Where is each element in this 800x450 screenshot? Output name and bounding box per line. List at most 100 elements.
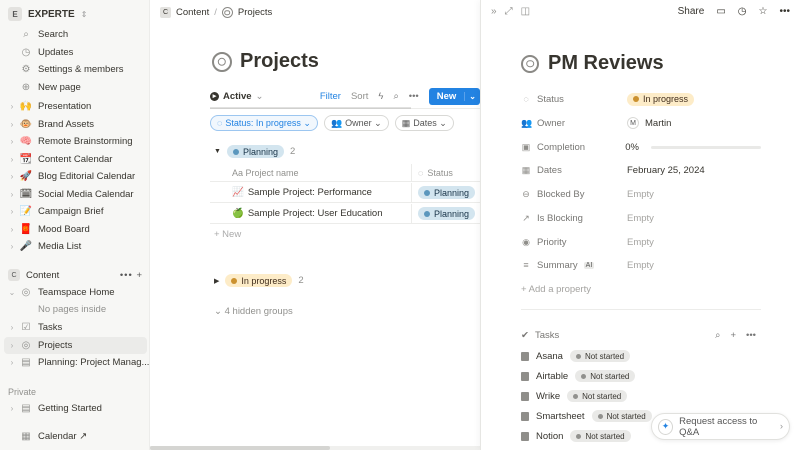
- teamspace-header[interactable]: C Content ••• +: [8, 267, 143, 283]
- new-button[interactable]: New ⌄: [428, 87, 480, 105]
- list-item[interactable]: Smartsheet Not started: [521, 408, 652, 424]
- add-property-button[interactable]: + Add a property: [521, 279, 761, 299]
- property-label[interactable]: Owner: [537, 118, 565, 129]
- request-access-button[interactable]: ✦ Request access to Q&A ›: [651, 413, 790, 440]
- chevron-right-icon[interactable]: ›: [6, 404, 18, 413]
- share-button[interactable]: Share: [678, 6, 705, 17]
- triangle-down-icon[interactable]: ▼: [214, 148, 221, 155]
- chevron-right-icon[interactable]: ›: [6, 323, 18, 332]
- chevron-right-icon[interactable]: ›: [6, 120, 18, 129]
- chevron-right-icon[interactable]: ›: [6, 207, 18, 216]
- search-icon[interactable]: ⌕: [715, 330, 720, 341]
- list-item[interactable]: Wrike Not started: [521, 388, 628, 404]
- blocked-by-value[interactable]: Empty: [627, 189, 654, 200]
- breadcrumb-content[interactable]: Content: [176, 7, 209, 18]
- more-icon[interactable]: •••: [409, 91, 419, 102]
- peek-title-text[interactable]: PM Reviews: [548, 52, 664, 75]
- property-label[interactable]: Completion: [537, 142, 585, 153]
- property-label[interactable]: Blocked By: [537, 189, 585, 200]
- status-badge[interactable]: Not started: [570, 430, 631, 442]
- owner-filter-chip[interactable]: 👥 Owner ⌄: [323, 115, 389, 131]
- more-icon[interactable]: •••: [779, 6, 790, 17]
- sidebar-item-media-list[interactable]: › 🎤 Media List: [0, 238, 150, 255]
- task-name[interactable]: Notion: [536, 431, 563, 442]
- layout-icon[interactable]: ◫: [521, 6, 530, 17]
- teamspace-actions[interactable]: ••• +: [120, 270, 143, 281]
- priority-value[interactable]: Empty: [627, 237, 654, 248]
- add-new-row-button[interactable]: + New: [214, 229, 241, 240]
- page-title-text[interactable]: Projects: [240, 50, 319, 73]
- workspace-switcher[interactable]: E EXPERTE ⇕: [8, 6, 87, 22]
- sidebar-item-social-media-calendar[interactable]: › 🗓 Social Media Calendar: [0, 186, 150, 203]
- property-label[interactable]: Summary: [537, 260, 578, 271]
- sidebar-item-content-calendar[interactable]: › 📆 Content Calendar: [0, 151, 150, 168]
- sidebar-item-tasks[interactable]: › ☑ Tasks: [0, 319, 150, 336]
- sidebar-item-blog-editorial-calendar[interactable]: › 🚀 Blog Editorial Calendar: [0, 168, 150, 185]
- table-row[interactable]: 🍏 Sample Project: User Education Planning: [210, 204, 480, 224]
- task-name[interactable]: Asana: [536, 351, 563, 362]
- sidebar-item-getting-started[interactable]: › ▤ Getting Started: [0, 400, 150, 417]
- sidebar-item-settings[interactable]: ⚙ Settings & members: [0, 61, 150, 78]
- sidebar-item-updates[interactable]: ◷ Updates: [0, 44, 150, 61]
- list-item[interactable]: Asana Not started: [521, 348, 631, 364]
- status-badge[interactable]: In progress: [627, 92, 695, 106]
- task-name[interactable]: Smartsheet: [536, 411, 585, 422]
- completion-value[interactable]: 0%: [625, 142, 761, 153]
- view-tab-active[interactable]: ▸ Active ⌄: [210, 91, 263, 102]
- search-icon[interactable]: ⌕: [393, 91, 398, 102]
- sidebar-item-teamspace-home[interactable]: ⌄ ◎ Teamspace Home: [0, 284, 150, 301]
- sidebar-item-calendar[interactable]: ▦ Calendar ↗: [0, 428, 150, 445]
- chevron-right-icon[interactable]: ›: [6, 172, 18, 181]
- filter-button[interactable]: Filter: [320, 91, 341, 102]
- status-badge[interactable]: Not started: [569, 350, 631, 362]
- sidebar-item-mood-board[interactable]: › 🧧 Mood Board: [0, 221, 150, 238]
- status-badge[interactable]: Planning: [418, 186, 476, 199]
- task-name[interactable]: Airtable: [536, 371, 568, 382]
- sidebar-item-projects[interactable]: › ◎ Projects: [4, 337, 147, 354]
- task-name[interactable]: Wrike: [536, 391, 560, 402]
- group-planning-header[interactable]: ▼ Planning 2: [214, 145, 295, 158]
- lightning-icon[interactable]: ϟ: [378, 91, 383, 102]
- chevron-right-icon[interactable]: ›: [6, 358, 18, 367]
- comment-icon[interactable]: ▭: [716, 6, 725, 17]
- sidebar-item-planning[interactable]: › ▤ Planning: Project Manag...: [0, 354, 150, 371]
- horizontal-scrollbar[interactable]: [150, 446, 480, 450]
- double-chevron-right-icon[interactable]: »: [491, 6, 497, 17]
- sidebar-item-campaign-brief[interactable]: › 📝 Campaign Brief: [0, 203, 150, 220]
- expand-icon[interactable]: ⤢: [505, 6, 513, 17]
- owner-value[interactable]: M Martin: [627, 117, 671, 129]
- chevron-right-icon[interactable]: ›: [6, 225, 18, 234]
- chevron-down-icon[interactable]: ⌄: [464, 91, 480, 101]
- status-badge[interactable]: Not started: [591, 410, 652, 422]
- status-badge[interactable]: Not started: [575, 370, 636, 382]
- triangle-right-icon[interactable]: ▶: [214, 277, 219, 285]
- sidebar-item-presentation[interactable]: › 🙌 Presentation: [0, 98, 150, 115]
- sidebar-item-remote-brainstorming[interactable]: › 🧠 Remote Brainstorming: [0, 133, 150, 150]
- chevron-right-icon[interactable]: ›: [6, 137, 18, 146]
- more-icon[interactable]: •••: [746, 330, 756, 341]
- status-badge[interactable]: Planning: [418, 207, 476, 220]
- chevron-right-icon[interactable]: ›: [6, 155, 18, 164]
- plus-icon[interactable]: +: [730, 330, 736, 341]
- dates-filter-chip[interactable]: ▦ Dates ⌄: [394, 115, 454, 131]
- property-label[interactable]: Status: [537, 94, 564, 105]
- chevron-right-icon[interactable]: ›: [6, 341, 18, 350]
- summary-value[interactable]: Empty: [627, 260, 654, 271]
- is-blocking-value[interactable]: Empty: [627, 213, 654, 224]
- property-label[interactable]: Is Blocking: [537, 213, 583, 224]
- dates-value[interactable]: February 25, 2024: [627, 165, 705, 176]
- property-label[interactable]: Priority: [537, 237, 567, 248]
- history-clock-icon[interactable]: ◷: [738, 6, 747, 17]
- star-icon[interactable]: ☆: [759, 6, 768, 17]
- row-title[interactable]: Sample Project: User Education: [248, 208, 383, 219]
- group-in-progress-header[interactable]: ▶ In progress 2: [214, 274, 304, 287]
- chevron-right-icon[interactable]: ›: [6, 190, 18, 199]
- breadcrumb-projects[interactable]: Projects: [238, 7, 272, 18]
- column-header-name[interactable]: Aa Project name: [210, 168, 411, 178]
- list-item[interactable]: Notion Not started: [521, 428, 631, 444]
- hidden-groups-toggle[interactable]: ⌄ 4 hidden groups: [214, 306, 293, 317]
- status-badge[interactable]: Not started: [567, 390, 628, 402]
- sidebar-item-new-page[interactable]: ⊕ New page: [0, 79, 150, 96]
- status-filter-chip[interactable]: ◌ Status: In progress ⌄: [210, 115, 318, 131]
- list-item[interactable]: Airtable Not started: [521, 368, 636, 384]
